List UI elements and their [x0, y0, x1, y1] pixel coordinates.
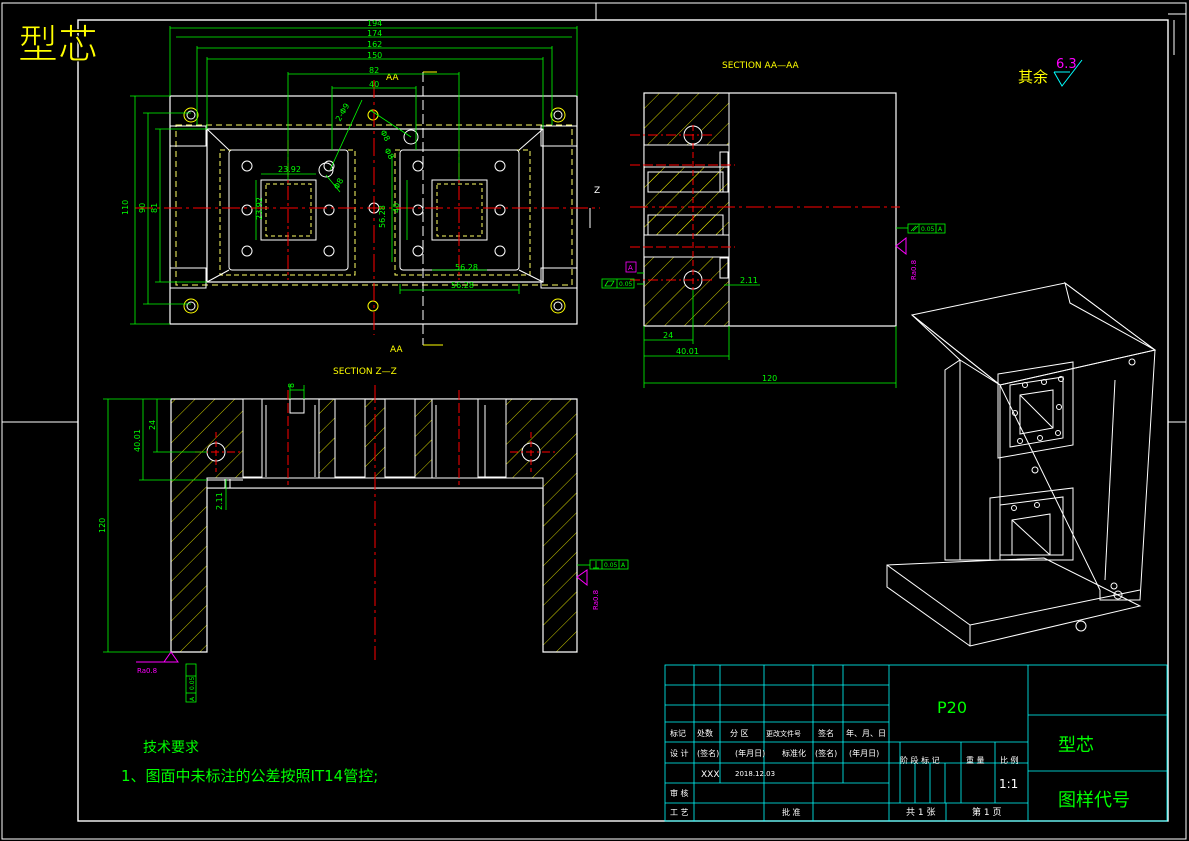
tb-stage-label: 阶 段 标 记 [900, 755, 940, 765]
dim-56-28-inner: 56.28 [455, 263, 478, 272]
ra-zz-bottom: Ra0.8 [137, 667, 157, 675]
section-aa-title: SECTION AA—AA [722, 61, 799, 71]
dim-82: 82 [369, 66, 379, 75]
tb-designer: XXX [701, 770, 720, 780]
section-aa-view: SECTION AA—AA 24 40.01 120 2.11 0.05 A A… [601, 61, 946, 388]
dim-hole-2x: 2-Φ9 [334, 102, 351, 123]
section-zz-title: SECTION Z—Z [333, 367, 397, 377]
tb-label-sign: 签名 [818, 728, 834, 738]
dim-2-11-zz: 2.11 [215, 492, 224, 510]
datum-a-aa: A [628, 264, 633, 272]
dim-24-zz: 24 [148, 420, 157, 430]
tb-craft: 工 艺 [670, 808, 689, 817]
dim-81: 81 [150, 203, 159, 213]
tb-design-sign: (签名) [697, 748, 719, 758]
tol-flatness-value: 0.05 [619, 281, 633, 288]
roughness-symbol: 其余 6.3 [1018, 57, 1083, 87]
dim-phi8-c: Φ8 [382, 147, 395, 161]
dim-40: 40 [369, 80, 379, 89]
dim-23-92-v: 23.92 [255, 197, 264, 220]
dim-8-zz: 8 [287, 383, 296, 388]
tb-material: P20 [937, 698, 967, 717]
tb-part-name: 型芯 [1058, 735, 1094, 756]
roughness-label: 其余 [1018, 68, 1048, 86]
tol-perp-right-value: 0.05 [604, 562, 618, 569]
section-mark-bottom: AA [390, 345, 403, 355]
tol-perp-bottom-value: 0.05 [189, 676, 196, 690]
tb-standard-sign: (签名) [815, 748, 837, 758]
dim-150: 150 [367, 51, 382, 60]
dim-56-28-v: 56.28 [378, 205, 387, 228]
front-view: AA AA Z 194 174 162 150 82 40 110 90 81 … [121, 19, 600, 355]
tb-scale-label: 比 例 [1000, 755, 1019, 765]
tb-drawing-no-label: 图样代号 [1058, 790, 1130, 811]
tol-perp-bottom-datum: A [189, 696, 196, 701]
tb-design-label: 设 计 [670, 748, 689, 758]
dim-24-aa: 24 [663, 331, 673, 340]
tb-label-change-doc: 更改文件号 [766, 729, 801, 738]
z-mark: Z [594, 186, 600, 196]
tb-standard-label: 标准化 [782, 748, 806, 758]
tb-label-count: 处数 [697, 728, 713, 738]
dim-56-28-h: 56.28 [451, 281, 474, 290]
dim-90: 90 [138, 203, 147, 213]
ra-zz-right: Ra0.8 [592, 590, 600, 610]
tb-standard-date: (年月日) [849, 748, 879, 758]
tb-design-date: (年月日) [735, 748, 765, 758]
dim-194: 194 [367, 19, 382, 28]
tol-parallel-value: 0.05 [921, 226, 935, 233]
tb-date: 2018.12.03 [735, 770, 775, 778]
dim-162: 162 [367, 40, 382, 49]
dim-110: 110 [121, 200, 130, 215]
tol-perp-right-datum: A [621, 562, 626, 569]
dim-phi8-b: Φ8 [378, 129, 391, 143]
page-title: 型芯 [18, 22, 98, 68]
tb-sheets: 共 1 张 [906, 807, 935, 818]
dim-40-01-zz: 40.01 [133, 429, 142, 452]
tol-parallel-datum: A [938, 226, 943, 233]
roughness-value: 6.3 [1056, 57, 1077, 72]
tech-heading: 技术要求 [143, 740, 199, 756]
dim-40-inner: 40 [392, 203, 401, 213]
dim-174: 174 [367, 29, 382, 38]
dim-2-11-aa: 2.11 [740, 276, 758, 285]
drawing-sheet: 型芯 其余 6.3 AA AA Z 194 174 162 150 82 40 … [1, 2, 1187, 840]
dim-40-01-aa: 40.01 [676, 347, 699, 356]
tech-item-1: 1、图面中未标注的公差按照IT14管控; [121, 767, 378, 785]
tb-sheet-no: 第 1 页 [972, 806, 1001, 818]
section-zz-view: SECTION Z—Z 120 40.01 24 2.11 8 0.05 A R… [98, 367, 629, 703]
tb-scale: 1:1 [999, 777, 1018, 791]
dim-120-zz: 120 [98, 518, 107, 533]
dim-23-92-h: 23.92 [278, 165, 301, 174]
tb-label-date: 年、月、日 [846, 728, 886, 738]
tb-label-mark: 标记 [670, 728, 686, 738]
tb-label-zone: 分 区 [730, 729, 749, 738]
ra-aa: Ra0.8 [910, 260, 918, 280]
tb-approve: 批 准 [782, 807, 801, 817]
dim-phi8-a: Φ8 [332, 177, 345, 191]
isometric-view [886, 281, 1157, 647]
tb-review: 审 核 [670, 788, 689, 798]
tb-weight-label: 重 量 [966, 755, 985, 765]
section-mark-top: AA [386, 73, 399, 83]
dim-120-aa: 120 [762, 374, 777, 383]
